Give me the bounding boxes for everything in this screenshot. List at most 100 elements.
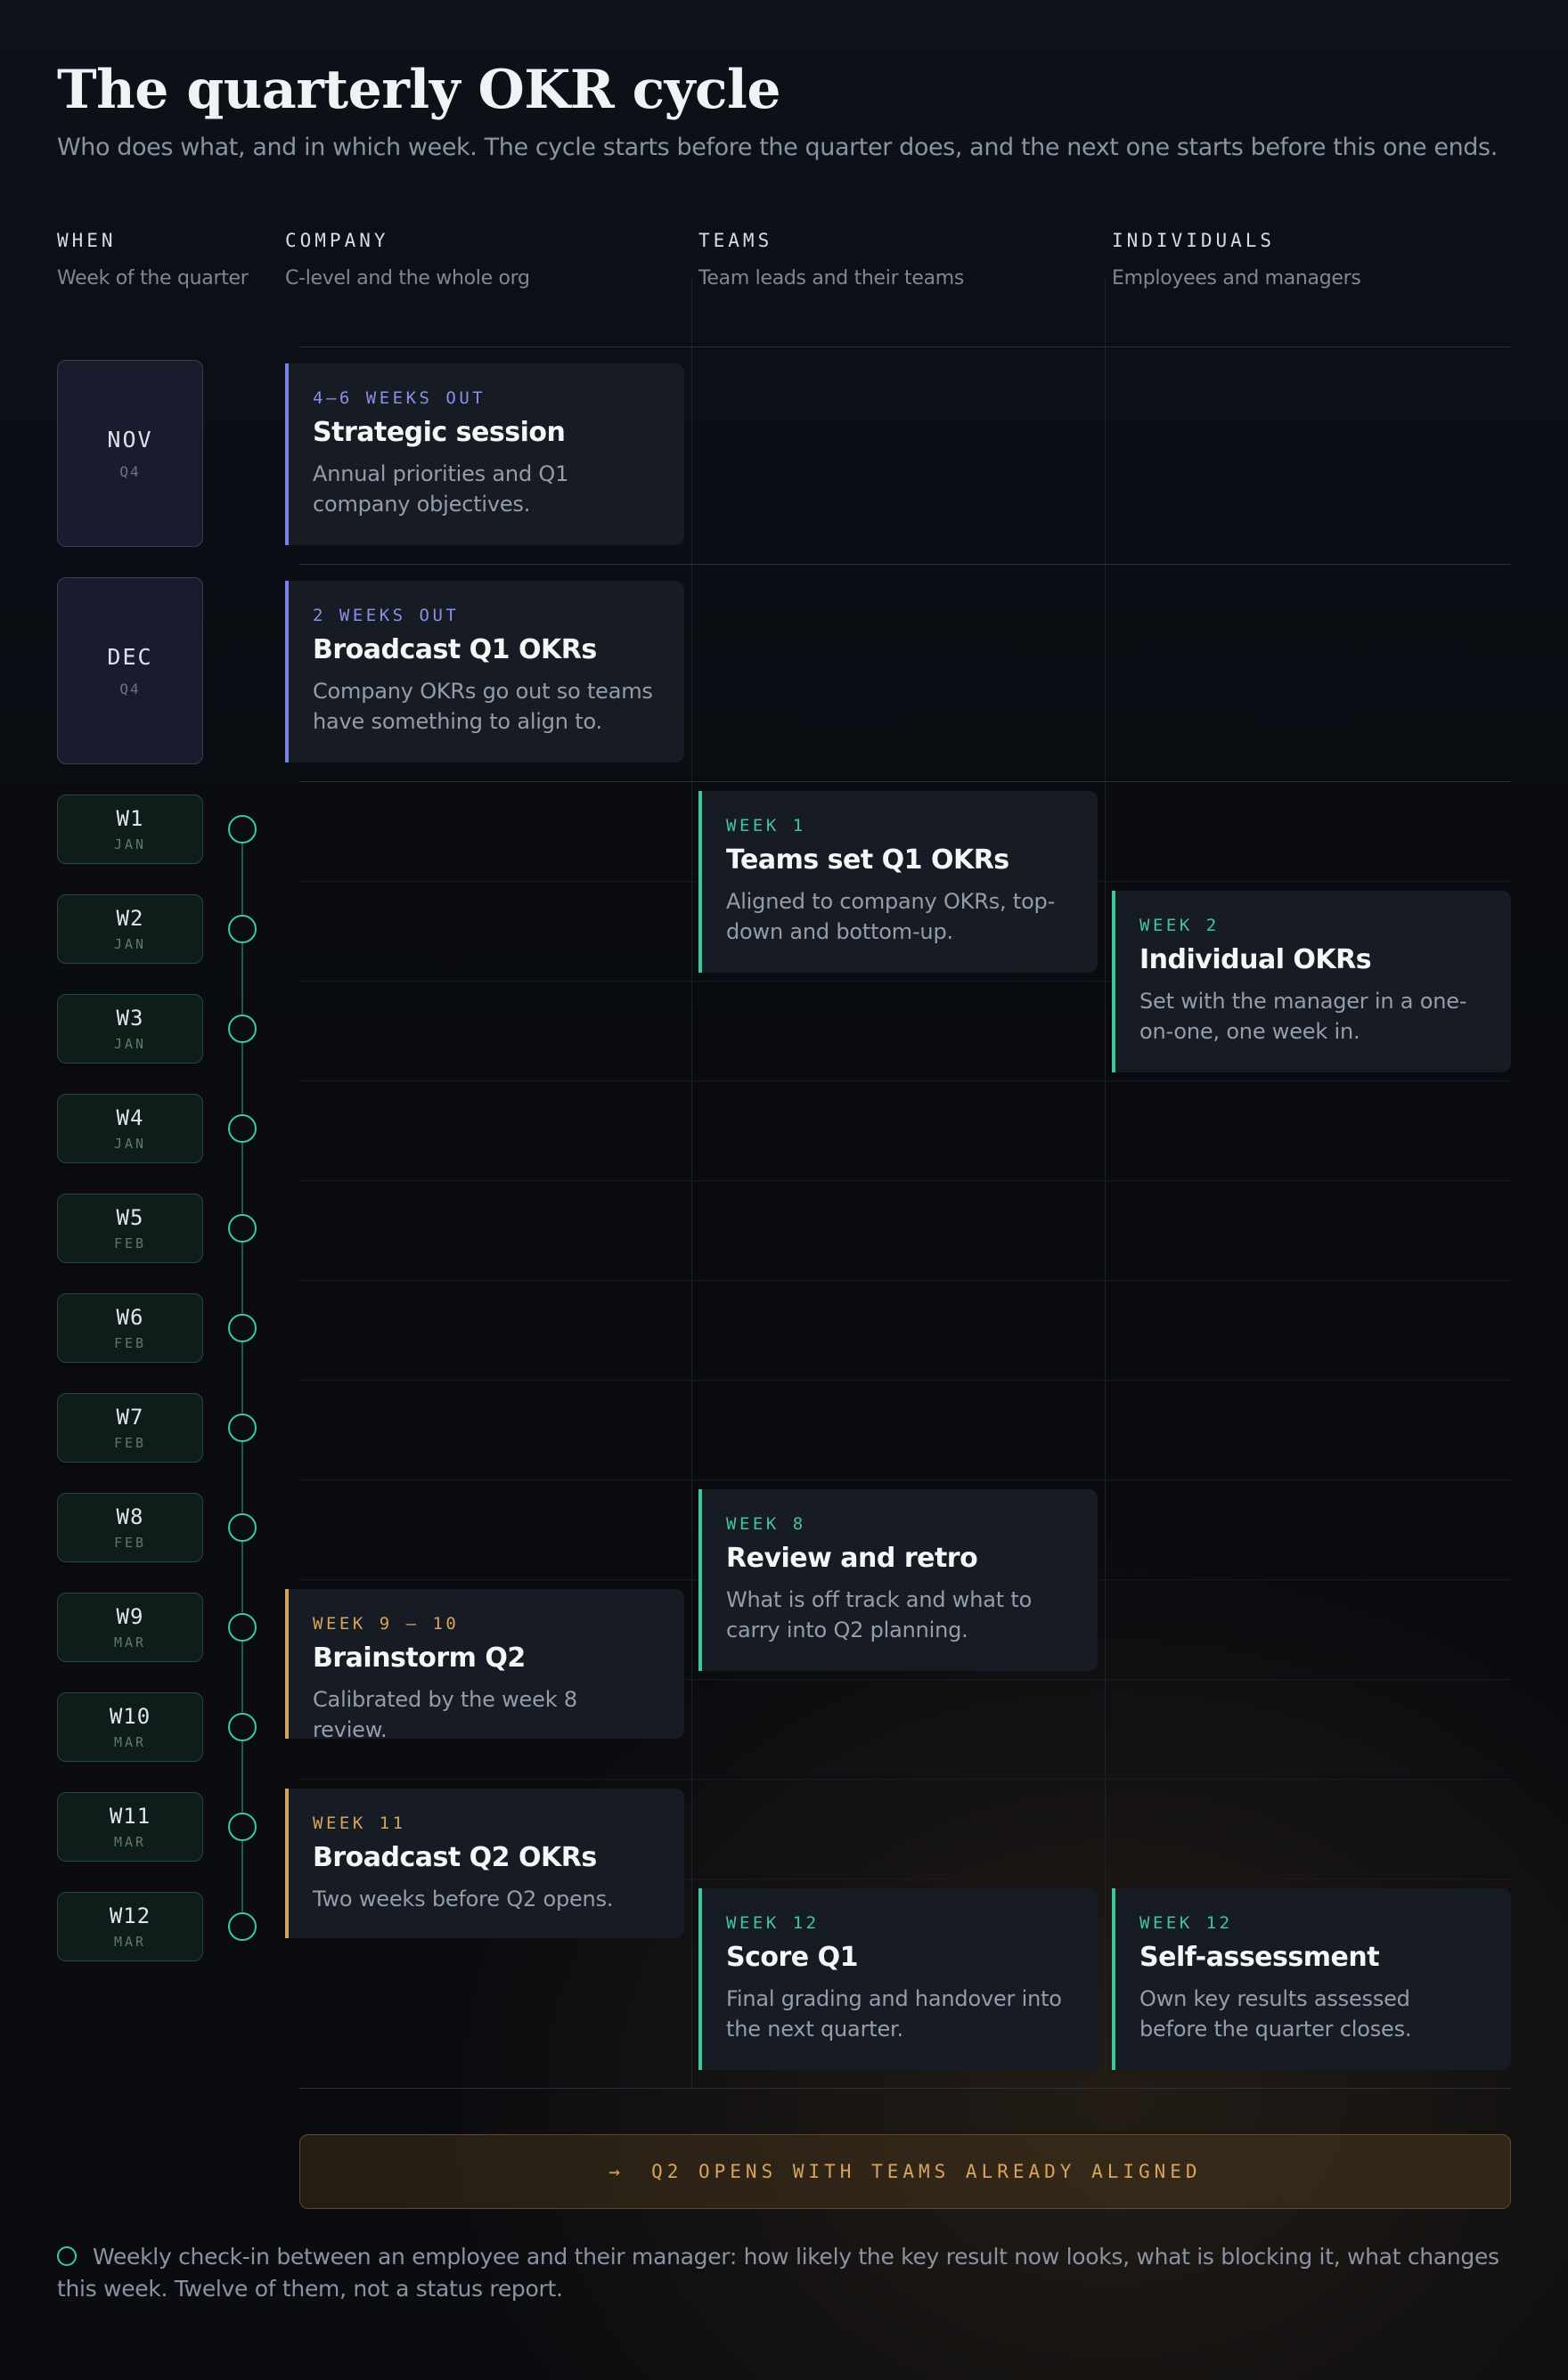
week-label: W10 (109, 1704, 151, 1729)
card-accent-bar (698, 1489, 702, 1671)
row-divider (299, 1479, 1511, 1480)
checkin-dot-icon (228, 1513, 257, 1542)
card-label: WEEK 12 (1139, 1913, 1233, 1933)
column-subheading: C-level and the whole org (285, 267, 530, 289)
week-month: FEB (113, 1235, 147, 1251)
card-broadcast-q2: WEEK 11 Broadcast Q2 OKRs Two weeks befo… (285, 1789, 684, 1938)
page-title: The quarterly OKR cycle (57, 59, 781, 121)
card-broadcast-q1: 2 WEEKS OUT Broadcast Q1 OKRs Company OK… (285, 581, 684, 762)
card-accent-bar (698, 1888, 702, 2070)
timeline-spine (241, 829, 243, 1927)
week-label: W11 (109, 1804, 151, 1829)
card-accent-bar (285, 1789, 289, 1938)
week-marker: W4 JAN (57, 1094, 203, 1163)
row-divider (299, 1779, 1511, 1780)
month-marker-dec: DEC Q4 (57, 577, 203, 764)
row-divider (299, 1380, 1511, 1381)
card-label: 4–6 WEEKS OUT (313, 388, 486, 408)
row-divider (299, 1180, 1511, 1181)
week-month: FEB (113, 1335, 147, 1351)
arrow-right-icon: → (608, 2161, 625, 2182)
checkin-dot-icon (228, 1813, 257, 1841)
card-individual-okrs: WEEK 2 Individual OKRs Set with the mana… (1112, 891, 1511, 1072)
checkin-dot-icon (228, 1214, 257, 1243)
card-description: Final grading and handover into the next… (726, 1986, 1062, 2042)
checkin-dot-icon (228, 1912, 257, 1941)
card-label: WEEK 11 (313, 1814, 406, 1833)
card-description: Company OKRs go out so teams have someth… (313, 679, 653, 734)
week-label: W12 (109, 1903, 151, 1928)
card-title: Broadcast Q1 OKRs (313, 634, 597, 665)
checkin-dot-icon (228, 1713, 257, 1741)
card-accent-bar (285, 363, 289, 545)
q2-opens-banner: → Q2 OPENS WITH TEAMS ALREADY ALIGNED (299, 2134, 1511, 2209)
card-title: Review and retro (726, 1543, 978, 1574)
column-subheading: Employees and managers (1112, 267, 1361, 289)
column-header-company: COMPANY C-level and the whole org (285, 230, 530, 289)
week-marker: W6 FEB (57, 1293, 203, 1363)
row-divider (299, 1080, 1511, 1081)
card-accent-bar (1112, 891, 1115, 1072)
week-month: FEB (113, 1435, 147, 1451)
checkin-dot-icon (228, 1613, 257, 1642)
column-subheading: Week of the quarter (57, 267, 249, 289)
quarter-label: Q4 (119, 681, 141, 697)
week-month: JAN (113, 936, 147, 952)
column-header-when: WHEN Week of the quarter (57, 230, 249, 289)
checkin-dot-icon (228, 815, 257, 844)
week-marker: W2 JAN (57, 894, 203, 964)
card-description: Two weeks before Q2 opens. (313, 1887, 614, 1911)
card-description: What is off track and what to carry into… (726, 1587, 1033, 1642)
card-label: WEEK 2 (1139, 916, 1220, 935)
month-marker-nov: NOV Q4 (57, 360, 203, 547)
row-divider (299, 781, 1511, 782)
week-label: W1 (116, 806, 144, 831)
card-description: Set with the manager in a one-on-one, on… (1139, 989, 1467, 1044)
footnote: Weekly check-in between an employee and … (57, 2244, 1499, 2302)
row-divider (299, 564, 1511, 565)
week-marker: W10 MAR (57, 1692, 203, 1762)
card-strategic-session: 4–6 WEEKS OUT Strategic session Annual p… (285, 363, 684, 545)
card-title: Individual OKRs (1139, 944, 1372, 975)
week-marker: W3 JAN (57, 994, 203, 1064)
month-label: DEC (107, 644, 153, 670)
card-label: WEEK 12 (726, 1913, 820, 1933)
card-title: Teams set Q1 OKRs (726, 844, 1009, 876)
card-accent-bar (698, 791, 702, 973)
week-month: MAR (113, 1834, 147, 1850)
column-heading: WHEN (57, 230, 117, 251)
checkin-dot-icon (228, 915, 257, 943)
checkin-dot-icon (228, 1414, 257, 1442)
row-divider (299, 2088, 1511, 2089)
card-title: Strategic session (313, 417, 566, 448)
card-score-q1: WEEK 12 Score Q1 Final grading and hando… (698, 1888, 1098, 2070)
card-title: Brainstorm Q2 (313, 1642, 526, 1674)
card-description: Own key results assessed before the quar… (1139, 1986, 1412, 2042)
card-label: WEEK 1 (726, 816, 806, 835)
week-marker: W11 MAR (57, 1792, 203, 1862)
column-header-teams: TEAMS Team leads and their teams (698, 230, 964, 289)
week-month: MAR (113, 1734, 147, 1750)
card-description: Calibrated by the week 8 review. (313, 1687, 577, 1742)
card-title: Score Q1 (726, 1942, 858, 1973)
card-teams-set-q1: WEEK 1 Teams set Q1 OKRs Aligned to comp… (698, 791, 1098, 973)
row-divider (299, 1280, 1511, 1281)
week-label: W7 (116, 1405, 144, 1430)
column-divider (691, 278, 692, 2088)
card-self-assessment: WEEK 12 Self-assessment Own key results … (1112, 1888, 1511, 2070)
card-review-retro: WEEK 8 Review and retro What is off trac… (698, 1489, 1098, 1671)
week-month: MAR (113, 1934, 147, 1950)
card-title: Broadcast Q2 OKRs (313, 1842, 597, 1873)
week-month: JAN (113, 836, 147, 852)
card-label: WEEK 8 (726, 1514, 806, 1534)
week-label: W8 (116, 1504, 144, 1529)
checkin-dot-icon (228, 1314, 257, 1342)
banner-text: Q2 OPENS WITH TEAMS ALREADY ALIGNED (651, 2161, 1202, 2182)
card-description: Annual priorities and Q1 company objecti… (313, 461, 569, 517)
week-label: W2 (116, 906, 144, 931)
week-month: FEB (113, 1535, 147, 1551)
week-marker: W12 MAR (57, 1892, 203, 1961)
week-month: JAN (113, 1136, 147, 1152)
card-accent-bar (285, 1589, 289, 1739)
card-label: WEEK 9 – 10 (313, 1614, 460, 1634)
